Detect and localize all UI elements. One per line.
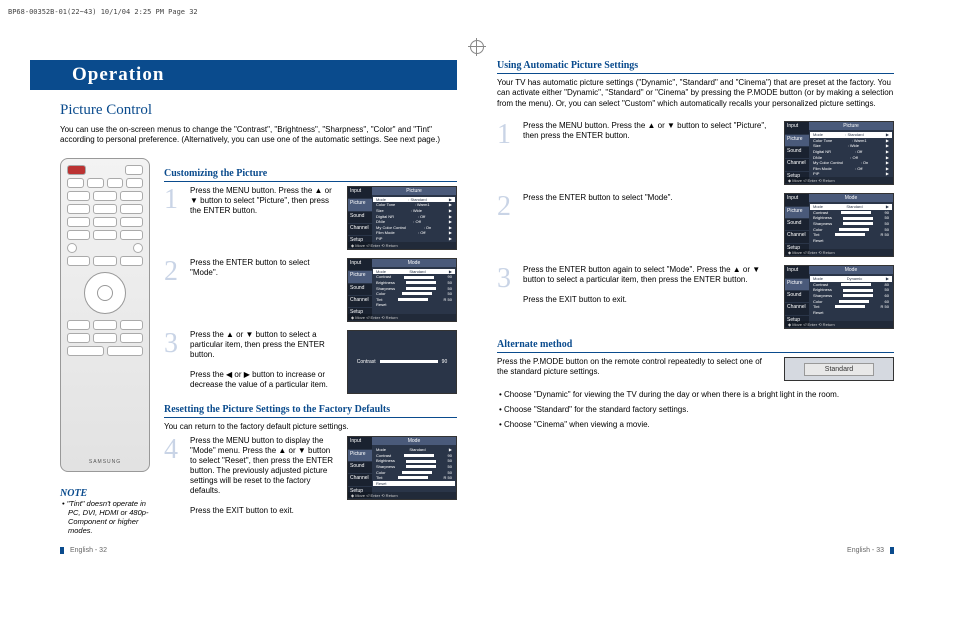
steps-column-left: Customizing the Picture 1 Press the MENU…	[164, 158, 457, 535]
reset-intro: You can return to the factory default pi…	[164, 422, 457, 432]
osd-screenshot-picture: InputPictureSoundChannelSetupPictureMode…	[784, 121, 894, 185]
remote-column: SAMSUNG NOTE • "Tint" doesn't operate in…	[60, 158, 150, 535]
auto-step-1: 1 Press the MENU button. Press the ▲ or …	[497, 121, 894, 185]
note-heading: NOTE	[60, 488, 150, 499]
osd-screenshot-mode: InputPictureSoundChannelSetupModeModeSta…	[347, 258, 457, 322]
menu-button	[93, 256, 116, 266]
osd-screenshot-reset: InputPictureSoundChannelSetupModeModeSta…	[347, 436, 457, 500]
power-button-icon	[67, 165, 86, 175]
osd-screenshot-slider: Contrast 90	[347, 330, 457, 394]
slider-track-icon	[380, 360, 438, 363]
alternate-body: Press the P.MODE button on the remote co…	[497, 357, 772, 377]
tv-video-button	[125, 165, 144, 175]
auto-step-3: 3 Press the ENTER button again to select…	[497, 265, 894, 329]
page: BP68-00352B-01(22~43) 10/1/04 2:25 PM Pa…	[0, 0, 954, 635]
automatic-heading: Using Automatic Picture Settings	[497, 60, 894, 74]
chapter-title-bar: Operation	[60, 60, 457, 90]
step-text: Press the MENU button to display the "Mo…	[190, 436, 339, 516]
step-number: 4	[164, 436, 182, 464]
step-2: 2 Press the ENTER button to select "Mode…	[164, 258, 457, 322]
step-number: 3	[497, 265, 515, 293]
mode-descriptions: Choose "Dynamic" for viewing the TV duri…	[497, 389, 894, 431]
step-4: 4 Press the MENU button to display the "…	[164, 436, 457, 516]
slider-label: Contrast	[357, 359, 376, 365]
step-number: 1	[497, 121, 515, 149]
print-file-header: BP68-00352B-01(22~43) 10/1/04 2:25 PM Pa…	[8, 8, 198, 16]
resetting-heading: Resetting the Picture Settings to the Fa…	[164, 404, 457, 418]
step-text: Press the MENU button. Press the ▲ or ▼ …	[190, 186, 339, 216]
bullet-dynamic: Choose "Dynamic" for viewing the TV duri…	[497, 389, 894, 401]
center-registration-icon	[470, 40, 484, 54]
bullet-standard: Choose "Standard" for the standard facto…	[497, 404, 894, 416]
remote-control-illustration: SAMSUNG	[60, 158, 150, 472]
pmode-toast-label: Standard	[804, 363, 874, 376]
section-heading: Picture Control	[60, 102, 457, 119]
auto-step-2: 2 Press the ENTER button to select "Mode…	[497, 193, 894, 257]
note-body: • "Tint" doesn't operate in PC, DVI, HDM…	[60, 499, 150, 535]
slider-value: 90	[442, 359, 448, 365]
step-3: 3 Press the ▲ or ▼ button to select a pa…	[164, 330, 457, 394]
customizing-heading: Customizing the Picture	[164, 168, 457, 182]
step-text: Press the ▲ or ▼ button to select a part…	[190, 330, 339, 390]
pmode-toast-screenshot: Standard	[784, 357, 894, 381]
step-1: 1 Press the MENU button. Press the ▲ or …	[164, 186, 457, 250]
step-text: Press the ENTER button to select "Mode".	[190, 258, 339, 278]
step-number: 3	[164, 330, 182, 358]
mute-button-icon	[67, 243, 77, 253]
automatic-intro: Your TV has automatic picture settings (…	[497, 78, 894, 109]
left-page: Operation Picture Control You can use th…	[60, 60, 457, 535]
step-number: 1	[164, 186, 182, 214]
section-intro-text: You can use the on-screen menus to chang…	[60, 125, 457, 146]
step-number: 2	[164, 258, 182, 286]
two-page-spread: Operation Picture Control You can use th…	[60, 60, 894, 535]
right-page: Using Automatic Picture Settings Your TV…	[497, 60, 894, 535]
page-number-left: English - 32	[60, 547, 107, 554]
osd-screenshot-picture: InputPictureSoundChannelSetupPictureMode…	[347, 186, 457, 250]
step-text: Press the ENTER button to select "Mode".	[523, 193, 776, 203]
page-footer: English - 32 English - 33	[60, 547, 894, 554]
alternate-heading: Alternate method	[497, 339, 894, 353]
osd-screenshot-mode: InputPictureSoundChannelSetupModeModeSta…	[784, 193, 894, 257]
remote-brand-label: SAMSUNG	[89, 459, 121, 465]
page-number-right: English - 33	[847, 547, 894, 554]
osd-screenshot-mode-dynamic: InputPictureSoundChannelSetupModeModeDyn…	[784, 265, 894, 329]
step-text: Press the MENU button. Press the ▲ or ▼ …	[523, 121, 776, 141]
step-number: 2	[497, 193, 515, 221]
step-text: Press the ENTER button again to select "…	[523, 265, 776, 305]
bullet-cinema: Choose "Cinema" when viewing a movie.	[497, 419, 894, 431]
alternate-body-row: Press the P.MODE button on the remote co…	[497, 357, 894, 381]
nav-wheel-icon	[84, 272, 126, 314]
